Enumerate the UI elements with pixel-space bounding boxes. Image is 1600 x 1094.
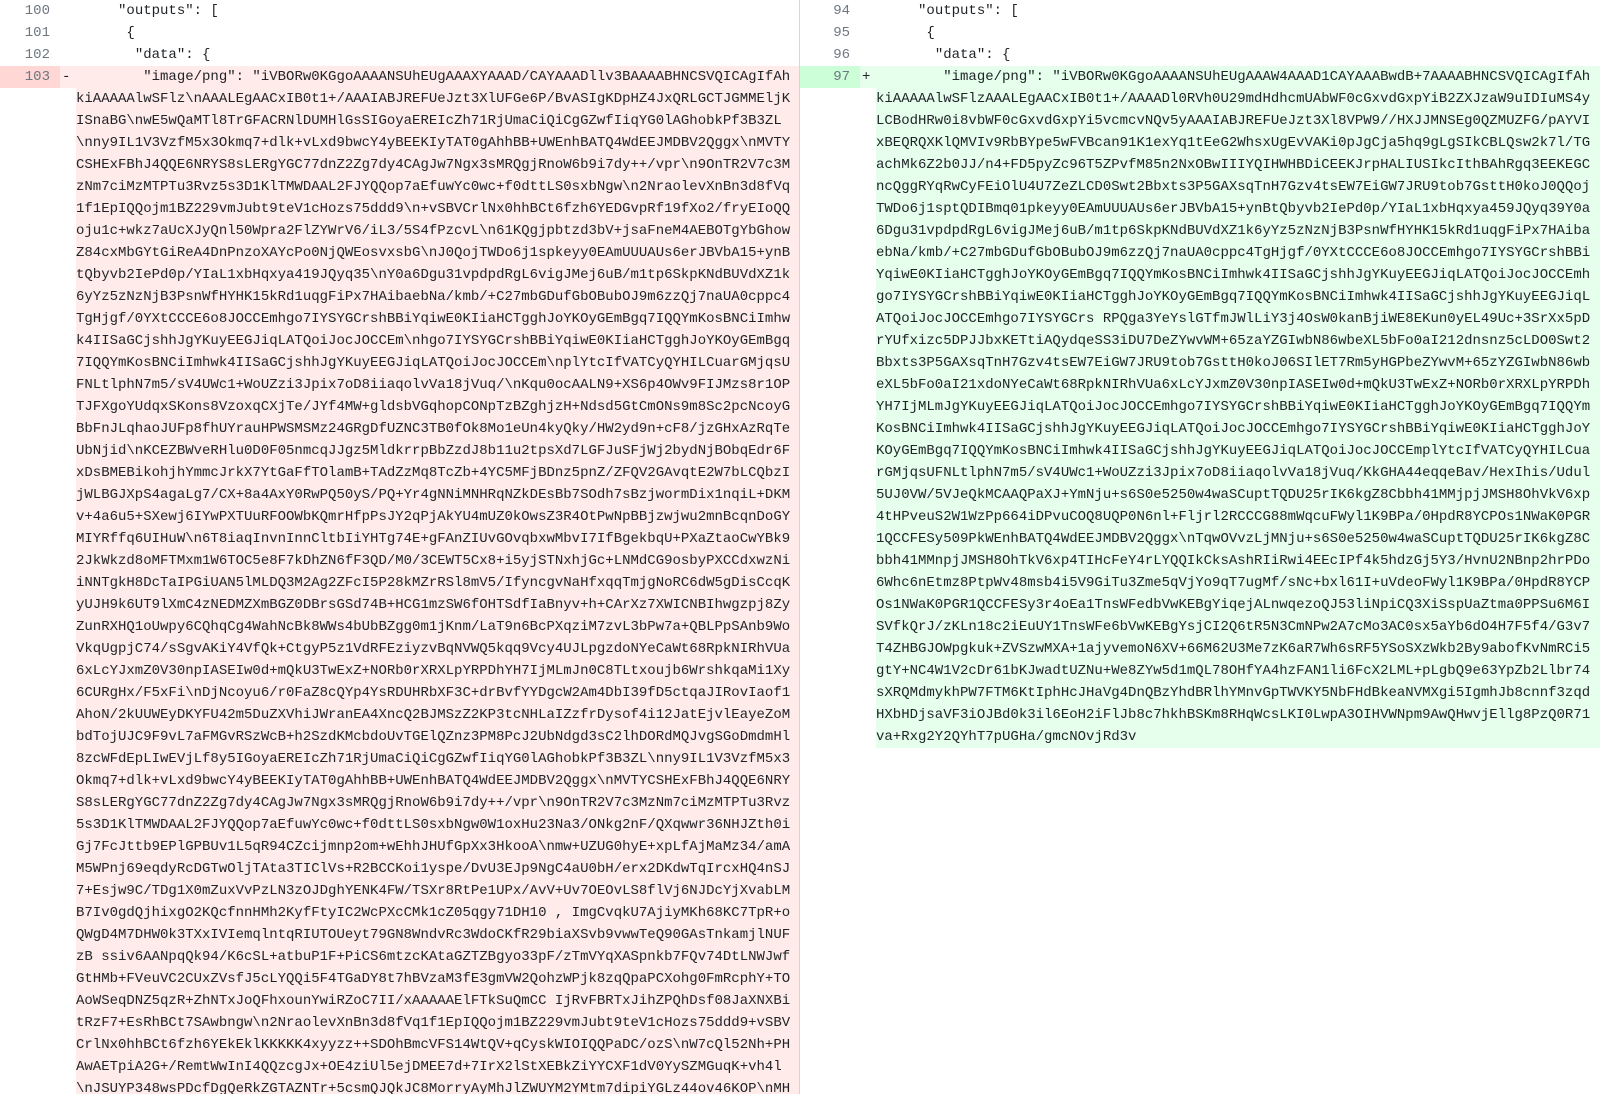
code-content: "outputs": [ — [876, 0, 1600, 22]
line-number: 103 — [0, 66, 60, 88]
diff-line[interactable]: 95 { — [800, 22, 1600, 44]
line-number: 97 — [800, 66, 860, 88]
diff-left-side: 100 "outputs": [101 {102 "data": {103- "… — [0, 0, 800, 1094]
diff-marker: + — [860, 66, 876, 88]
diff-right-side: 94 "outputs": [95 {96 "data": {97+ "imag… — [800, 0, 1600, 1094]
diff-line[interactable]: 102 "data": { — [0, 44, 799, 66]
code-content: "outputs": [ — [76, 0, 799, 22]
diff-line[interactable]: 103- "image/png": "iVBORw0KGgoAAAANSUhEU… — [0, 66, 799, 1094]
diff-line[interactable]: 100 "outputs": [ — [0, 0, 799, 22]
code-content: "data": { — [76, 44, 799, 66]
diff-line[interactable]: 94 "outputs": [ — [800, 0, 1600, 22]
line-number: 96 — [800, 44, 860, 66]
code-content: { — [876, 22, 1600, 44]
code-content: "image/png": "iVBORw0KGgoAAAANSUhEUgAAAX… — [76, 66, 799, 1094]
line-number: 100 — [0, 0, 60, 22]
diff-line[interactable]: 96 "data": { — [800, 44, 1600, 66]
diff-line[interactable]: 97+ "image/png": "iVBORw0KGgoAAAANSUhEUg… — [800, 66, 1600, 748]
code-content: "image/png": "iVBORw0KGgoAAAANSUhEUgAAAW… — [876, 66, 1600, 748]
line-number: 94 — [800, 0, 860, 22]
diff-line[interactable]: 101 { — [0, 22, 799, 44]
diff-split-view: 100 "outputs": [101 {102 "data": {103- "… — [0, 0, 1600, 1094]
code-content: { — [76, 22, 799, 44]
line-number: 95 — [800, 22, 860, 44]
code-content: "data": { — [876, 44, 1600, 66]
line-number: 102 — [0, 44, 60, 66]
line-number: 101 — [0, 22, 60, 44]
diff-marker: - — [60, 66, 76, 88]
